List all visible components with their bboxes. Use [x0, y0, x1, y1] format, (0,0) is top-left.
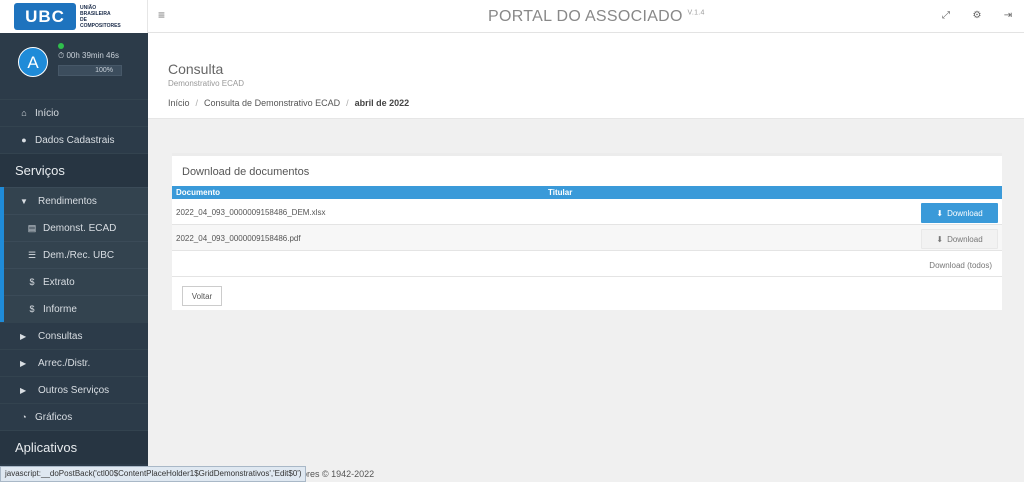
user-area: A ⏱ 00h 39min 46s 100%	[0, 33, 148, 99]
page-subtitle: Demonstrativo ECAD	[168, 79, 245, 88]
home-icon: ⌂	[21, 108, 27, 118]
caret-right-icon: ▶	[20, 331, 27, 341]
list-icon: ☰	[27, 249, 37, 260]
column-header-documento: Documento	[176, 188, 220, 197]
group-rendimentos: ▼ Rendimentos ▤ Demonst. ECAD ☰ Dem./Rec…	[0, 187, 148, 322]
sidebar-item-demonst-ecad[interactable]: ▤ Demonst. ECAD	[4, 214, 148, 241]
logout-icon[interactable]: ⇥	[1002, 10, 1014, 22]
file-name: 2022_04_093_0000009158486_DEM.xlsx	[176, 208, 326, 217]
caret-down-icon: ▼	[20, 196, 28, 206]
expand-icon[interactable]: ⤢	[940, 10, 952, 22]
main-content: Consulta Demonstrativo ECAD Início / Con…	[148, 33, 1024, 482]
logo[interactable]: UBC UNIÃO BRASILEIRA DE COMPOSITORES	[0, 0, 148, 33]
sidebar-item-dem-rec-ubc[interactable]: ☰ Dem./Rec. UBC	[4, 241, 148, 268]
sidebar-item-graficos[interactable]: ◔ Gráficos	[0, 403, 148, 430]
user-info: ⏱ 00h 39min 46s 100%	[58, 43, 122, 76]
chart-icon: ◔	[21, 412, 27, 422]
status-bar-url: javascript:__doPostBack('ctl00$ContentPl…	[0, 466, 307, 482]
online-status-icon	[58, 43, 64, 49]
sidebar-item-outros-servicos[interactable]: ▶ Outros Serviços	[0, 376, 148, 403]
sidebar-item-inicio[interactable]: ⌂ Início	[0, 99, 148, 126]
section-servicos: Serviços	[0, 153, 148, 187]
sidebar-item-rendimentos[interactable]: ▼ Rendimentos	[4, 187, 148, 214]
menu-toggle-icon[interactable]: ≡	[158, 9, 168, 21]
page-title: Consulta	[168, 61, 224, 77]
breadcrumb-separator: /	[195, 98, 199, 108]
avatar[interactable]: A	[18, 47, 48, 77]
top-bar: UBC UNIÃO BRASILEIRA DE COMPOSITORES ≡ P…	[0, 0, 1024, 33]
sidebar-item-extrato[interactable]: $ Extrato	[4, 268, 148, 295]
sidebar-item-dados-cadastrais[interactable]: ● Dados Cadastrais	[0, 126, 148, 153]
user-icon: ●	[21, 135, 27, 145]
logo-text: UNIÃO BRASILEIRA DE COMPOSITORES	[80, 4, 121, 29]
breadcrumb-separator: /	[346, 98, 349, 108]
download-panel: Download de documentos Documento Titular…	[172, 153, 1002, 310]
sidebar-item-arrec-distr[interactable]: ▶ Arrec./Distr.	[0, 349, 148, 376]
table-row: 2022_04_093_0000009158486_DEM.xlsx ⬇ Dow…	[172, 199, 1002, 225]
session-timer: ⏱ 00h 39min 46s	[58, 51, 119, 60]
table-row: 2022_04_093_0000009158486.pdf ⬇ Download	[172, 225, 1002, 251]
breadcrumb: Início / Consulta de Demonstrativo ECAD …	[168, 98, 1024, 108]
breadcrumb-consulta[interactable]: Consulta de Demonstrativo ECAD	[204, 98, 340, 108]
breadcrumb-inicio[interactable]: Início	[168, 98, 190, 108]
dollar-icon: $	[29, 277, 35, 287]
logo-mark: UBC	[14, 3, 76, 30]
session-progress: 100%	[58, 65, 122, 76]
panel-title: Download de documentos	[182, 166, 310, 178]
sidebar-item-consultas[interactable]: ▶ Consultas	[0, 322, 148, 349]
sidebar-item-informe[interactable]: $ Informe	[4, 295, 148, 322]
column-header-titular: Titular	[548, 188, 573, 197]
sidebar: A ⏱ 00h 39min 46s 100% ⌂ Início ● Dados …	[0, 33, 148, 482]
grid-header: Documento Titular	[172, 186, 1002, 199]
dollar-icon: $	[29, 304, 35, 314]
section-aplicativos: Aplicativos	[0, 430, 148, 464]
download-icon: ⬇	[936, 208, 944, 218]
file-name: 2022_04_093_0000009158486.pdf	[176, 234, 301, 243]
back-button[interactable]: Voltar	[182, 286, 222, 306]
download-all-link[interactable]: Download (todos)	[929, 261, 992, 270]
download-button[interactable]: ⬇ Download	[921, 203, 998, 223]
download-button[interactable]: ⬇ Download	[921, 229, 998, 249]
caret-right-icon: ▶	[20, 358, 27, 368]
caret-right-icon: ▶	[20, 385, 27, 395]
page-header: Consulta Demonstrativo ECAD Início / Con…	[148, 33, 1024, 119]
breadcrumb-current: abril de 2022	[354, 98, 410, 108]
file-icon: ▤	[27, 222, 37, 233]
download-icon: ⬇	[936, 234, 944, 244]
portal-title: PORTAL DO ASSOCIADO V.1.4	[488, 8, 705, 25]
top-icons: ⤢ ⚙ ⇥	[940, 10, 1014, 22]
grid-footer: Download (todos)	[172, 252, 1002, 277]
settings-icon[interactable]: ⚙	[971, 10, 983, 22]
